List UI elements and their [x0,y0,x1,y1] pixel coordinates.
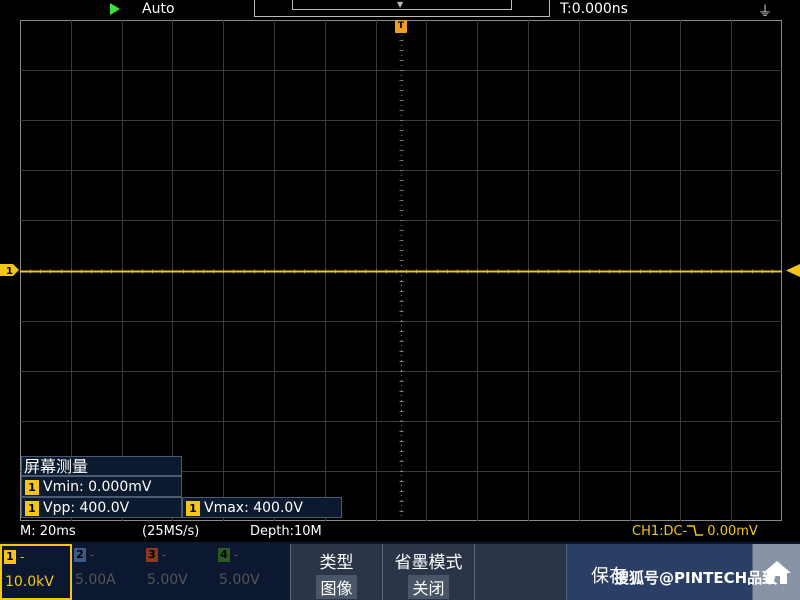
trigger-level-marker[interactable] [784,264,800,277]
measure-vpp: 1 Vpp: 400.0V [21,497,182,518]
timebase[interactable]: M: 20ms [20,524,76,539]
ch3-number: 3 [146,548,158,562]
ch2-number: 2 [74,548,86,562]
ch3-coupling: - [162,548,167,562]
channel-tag: 1 [186,500,200,516]
ch4-coupling: - [234,548,239,562]
play-icon[interactable] [110,3,120,15]
ch4-scale: 5.00V [219,572,260,588]
ch1-number: 1 [4,550,16,564]
ch2-coupling: - [90,548,95,562]
type-softkey[interactable]: 类型 图像 [290,544,382,600]
trigger-info[interactable]: CH1:DC- 0.00mV [632,524,758,539]
waveform-grid[interactable] [20,20,782,521]
measure-vmax: 1 Vmax: 400.0V [182,497,342,518]
type-value: 图像 [316,575,357,599]
trigger-level: 0.00mV [707,524,758,539]
ink-saver-value: 关闭 [408,575,449,599]
record-depth[interactable]: Depth:10M [250,524,322,539]
usb-icon: ⏚ [758,4,772,20]
channel-tag: 1 [25,479,39,495]
vmin-value: Vmin: 0.000mV [43,479,152,495]
trigger-time[interactable]: T:0.000ns [560,1,628,17]
ch1-marker-label: 1 [6,266,13,276]
ch2-scale: 5.00A [75,572,116,588]
falling-edge-icon [687,525,704,536]
ch4-button[interactable]: 4 - 5.00V [216,544,288,600]
vmax-value: Vmax: 400.0V [204,500,303,516]
ch1-scale: 10.0kV [5,574,54,590]
ch4-number: 4 [218,548,230,562]
ch1-ground-marker[interactable]: 1 [0,264,20,276]
measure-vmin: 1 Vmin: 0.000mV [21,476,182,497]
channel-tag: 1 [25,500,39,516]
trigger-position-arrow-icon: ▼ [397,0,404,9]
ch2-button[interactable]: 2 - 5.00A [72,544,144,600]
ink-saver-softkey[interactable]: 省墨模式 关闭 [382,544,474,600]
ch1-coupling: - [20,550,25,564]
empty-softkey[interactable] [474,544,566,600]
trigger-mode[interactable]: Auto [142,1,175,17]
ch3-scale: 5.00V [147,572,188,588]
trigger-position-marker[interactable]: T [395,20,407,33]
measure-title: 屏幕测量 [21,456,182,476]
vpp-value: Vpp: 400.0V [43,500,130,516]
trigger-source: CH1:DC- [632,524,688,539]
watermark: 搜狐号@PINTECH品致 [614,569,778,587]
ch3-button[interactable]: 3 - 5.00V [144,544,216,600]
sample-rate: (25MS/s) [142,524,200,539]
type-label: 类型 [319,553,354,573]
ink-saver-label: 省墨模式 [394,553,463,573]
ch1-button[interactable]: 1 - 10.0kV [0,544,72,600]
